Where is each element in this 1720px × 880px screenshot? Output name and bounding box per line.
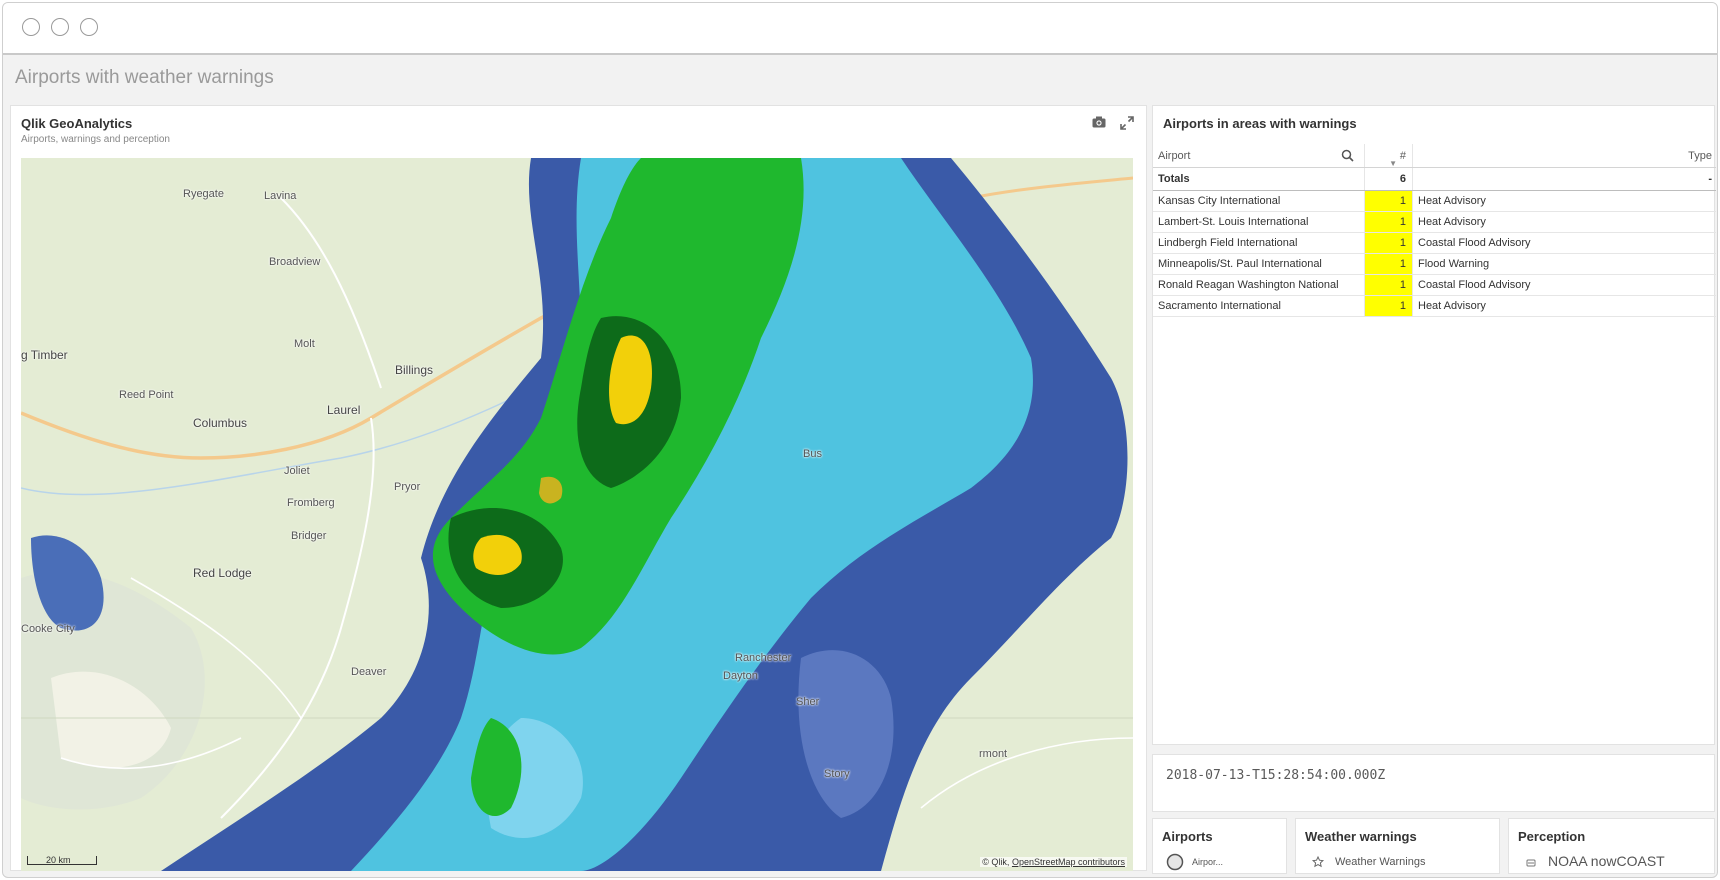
circle-icon bbox=[1166, 853, 1184, 871]
table-header-row: Airport # ▼ Type bbox=[1153, 144, 1716, 168]
attribution-link[interactable]: OpenStreetMap contributors bbox=[1012, 857, 1125, 867]
timestamp-panel: 2018-07-13-T15:28:54:00.000Z bbox=[1152, 754, 1715, 812]
camera-icon[interactable] bbox=[1090, 116, 1108, 132]
city-label: Dayton bbox=[723, 670, 758, 682]
close-window-button[interactable] bbox=[22, 18, 40, 36]
type-header-label: Type bbox=[1688, 150, 1712, 162]
perception-legend-title: Perception bbox=[1518, 829, 1586, 844]
layer-icon bbox=[1522, 854, 1540, 872]
city-label: Reed Point bbox=[119, 389, 174, 401]
expand-icon[interactable] bbox=[1118, 116, 1136, 132]
airports-legend-item[interactable]: Airpor... bbox=[1166, 853, 1223, 871]
city-label: Broadview bbox=[269, 256, 321, 268]
star-icon bbox=[1309, 853, 1327, 871]
totals-type: - bbox=[1708, 173, 1712, 185]
map-layers bbox=[21, 158, 1133, 871]
city-label: Story bbox=[824, 768, 850, 780]
airports-legend-title: Airports bbox=[1162, 829, 1213, 844]
map-attribution: © Qlik, OpenStreetMap contributors bbox=[980, 857, 1127, 867]
airport-cell[interactable]: Kansas City International bbox=[1153, 191, 1365, 211]
warnings-legend-label: Weather Warnings bbox=[1335, 855, 1426, 868]
city-label: Billings bbox=[395, 363, 434, 377]
type-cell[interactable]: Coastal Flood Advisory bbox=[1413, 275, 1716, 295]
airports-table: Airport # ▼ Type Totals 6 - Kansas City … bbox=[1153, 144, 1716, 317]
perception-legend-label: NOAA nowCOAST bbox=[1548, 853, 1665, 869]
airports-legend-panel: Airports Airpor... bbox=[1152, 818, 1287, 874]
warnings-legend-title: Weather warnings bbox=[1305, 829, 1417, 844]
map-panel-subtitle: Airports, warnings and perception bbox=[21, 134, 170, 145]
airport-cell[interactable]: Sacramento International bbox=[1153, 296, 1365, 316]
city-label: Ryegate bbox=[183, 188, 224, 200]
table-row[interactable]: Sacramento International 1 Heat Advisory bbox=[1153, 296, 1716, 317]
city-label: Pryor bbox=[394, 481, 421, 493]
airport-cell[interactable]: Minneapolis/St. Paul International bbox=[1153, 254, 1365, 274]
table-row[interactable]: Lambert-St. Louis International 1 Heat A… bbox=[1153, 212, 1716, 233]
type-cell[interactable]: Coastal Flood Advisory bbox=[1413, 233, 1716, 253]
window-titlebar bbox=[3, 3, 1717, 55]
city-label: Columbus bbox=[193, 416, 248, 430]
warnings-legend-item[interactable]: Weather Warnings bbox=[1309, 853, 1425, 871]
map-scale-bar: 20 km bbox=[27, 856, 97, 865]
app-window: Airports with weather warnings Qlik GeoA… bbox=[2, 2, 1718, 878]
city-label: Sher bbox=[796, 696, 820, 708]
airport-column-header[interactable]: Airport bbox=[1153, 144, 1365, 167]
table-row[interactable]: Minneapolis/St. Paul International 1 Flo… bbox=[1153, 254, 1716, 275]
count-header-label: # bbox=[1399, 150, 1406, 162]
type-column-header[interactable]: Type bbox=[1413, 144, 1716, 167]
airports-legend-label: Airpor... bbox=[1192, 856, 1224, 867]
city-label: Cooke City bbox=[21, 623, 75, 635]
table-totals-row: Totals 6 - bbox=[1153, 168, 1716, 191]
warnings-legend-panel: Weather warnings Weather Warnings bbox=[1295, 818, 1500, 874]
city-label: Ranchester bbox=[735, 652, 792, 664]
minimize-window-button[interactable] bbox=[51, 18, 69, 36]
weather-map[interactable]: Ryegate Lavina Broadview Molt g Timber B… bbox=[21, 158, 1133, 871]
airport-cell[interactable]: Lindbergh Field International bbox=[1153, 233, 1365, 253]
table-panel-title: Airports in areas with warnings bbox=[1163, 116, 1357, 131]
attribution-prefix: © Qlik, bbox=[982, 857, 1012, 867]
timestamp-value: 2018-07-13-T15:28:54:00.000Z bbox=[1166, 768, 1386, 783]
count-cell: 1 bbox=[1365, 275, 1413, 295]
airport-cell[interactable]: Lambert-St. Louis International bbox=[1153, 212, 1365, 232]
count-cell: 1 bbox=[1365, 212, 1413, 232]
count-cell: 1 bbox=[1365, 296, 1413, 316]
totals-label: Totals bbox=[1153, 168, 1365, 190]
airport-header-label: Airport bbox=[1158, 150, 1191, 162]
city-label: Fromberg bbox=[287, 497, 335, 509]
perception-legend-item[interactable]: NOAA nowCOAST bbox=[1522, 853, 1665, 872]
search-icon[interactable] bbox=[1341, 149, 1354, 162]
table-row[interactable]: Kansas City International 1 Heat Advisor… bbox=[1153, 191, 1716, 212]
table-row[interactable]: Ronald Reagan Washington National 1 Coas… bbox=[1153, 275, 1716, 296]
type-cell[interactable]: Heat Advisory bbox=[1413, 191, 1716, 211]
type-cell[interactable]: Heat Advisory bbox=[1413, 212, 1716, 232]
count-cell: 1 bbox=[1365, 191, 1413, 211]
city-label: Joliet bbox=[284, 465, 310, 477]
map-panel-title: Qlik GeoAnalytics bbox=[21, 116, 133, 131]
city-label: g Timber bbox=[21, 348, 68, 362]
city-label: Deaver bbox=[351, 666, 387, 678]
city-label: Bus bbox=[803, 448, 822, 460]
sheet-title: Airports with weather warnings bbox=[15, 67, 274, 88]
sort-descending-icon[interactable]: ▼ bbox=[1389, 160, 1397, 168]
city-label: Red Lodge bbox=[193, 566, 252, 580]
airports-table-panel: Airports in areas with warnings Airport … bbox=[1152, 105, 1716, 745]
airport-cell[interactable]: Ronald Reagan Washington National bbox=[1153, 275, 1365, 295]
city-label: Molt bbox=[294, 338, 315, 350]
geoanalytics-map-panel: Qlik GeoAnalytics Airports, warnings and… bbox=[10, 105, 1147, 871]
maximize-window-button[interactable] bbox=[80, 18, 98, 36]
totals-count: 6 bbox=[1365, 168, 1413, 190]
table-row[interactable]: Lindbergh Field International 1 Coastal … bbox=[1153, 233, 1716, 254]
type-cell[interactable]: Flood Warning bbox=[1413, 254, 1716, 274]
city-label: rmont bbox=[979, 748, 1008, 760]
city-label: Laurel bbox=[327, 403, 361, 417]
count-column-header[interactable]: # ▼ bbox=[1365, 144, 1413, 167]
city-label: Lavina bbox=[264, 190, 297, 202]
count-cell: 1 bbox=[1365, 254, 1413, 274]
type-cell[interactable]: Heat Advisory bbox=[1413, 296, 1716, 316]
perception-legend-panel: Perception NOAA nowCOAST bbox=[1508, 818, 1715, 874]
count-cell: 1 bbox=[1365, 233, 1413, 253]
city-label: Bridger bbox=[291, 530, 327, 542]
